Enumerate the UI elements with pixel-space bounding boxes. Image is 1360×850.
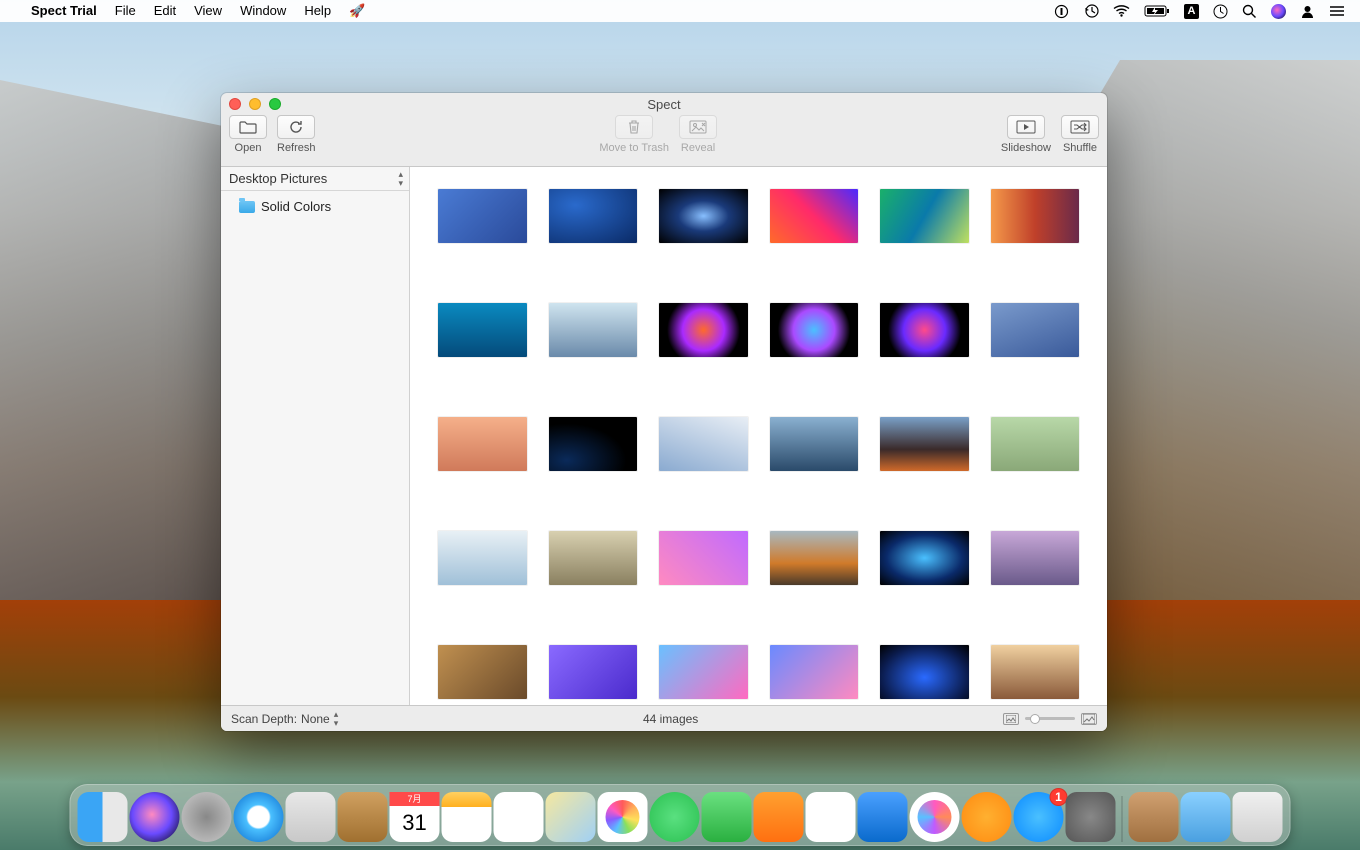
dock-appstore[interactable]: 1 bbox=[1014, 792, 1064, 842]
dock-photos[interactable] bbox=[598, 792, 648, 842]
source-selector[interactable]: Desktop Pictures ▴▾ bbox=[221, 167, 409, 191]
close-button[interactable] bbox=[229, 98, 241, 110]
thumbnail[interactable] bbox=[880, 531, 969, 585]
wifi-icon[interactable] bbox=[1106, 0, 1137, 22]
dock-contacts[interactable] bbox=[338, 792, 388, 842]
thumbnail[interactable] bbox=[438, 189, 527, 243]
thumbnail[interactable] bbox=[770, 189, 859, 243]
battery-icon[interactable] bbox=[1137, 0, 1177, 22]
dock-trash[interactable] bbox=[1233, 792, 1283, 842]
dock-safari[interactable] bbox=[234, 792, 284, 842]
sidebar: Desktop Pictures ▴▾ Solid Colors bbox=[221, 167, 410, 705]
dock-facetime[interactable] bbox=[702, 792, 752, 842]
thumbnail[interactable] bbox=[770, 303, 859, 357]
dock-siri[interactable] bbox=[130, 792, 180, 842]
refresh-button[interactable]: Refresh bbox=[277, 115, 316, 154]
reveal-button[interactable]: Reveal bbox=[679, 115, 717, 154]
sidebar-item-solid-colors[interactable]: Solid Colors bbox=[221, 197, 409, 216]
zoom-button[interactable] bbox=[269, 98, 281, 110]
thumbnail[interactable] bbox=[659, 189, 748, 243]
siri-icon[interactable] bbox=[1264, 0, 1293, 22]
dock-pages[interactable] bbox=[754, 792, 804, 842]
thumbnail[interactable] bbox=[880, 189, 969, 243]
thumbnail[interactable] bbox=[659, 303, 748, 357]
chevron-updown-icon: ▴▾ bbox=[334, 710, 339, 728]
menu-file[interactable]: File bbox=[106, 0, 145, 22]
status-bar: Scan Depth: None ▴▾ 44 images bbox=[221, 705, 1107, 731]
status-icon[interactable] bbox=[1047, 0, 1076, 22]
thumbnail[interactable] bbox=[880, 645, 969, 699]
thumbnail[interactable] bbox=[549, 645, 638, 699]
thumbnail[interactable] bbox=[880, 417, 969, 471]
thumbnail[interactable] bbox=[659, 417, 748, 471]
dock-downloads[interactable] bbox=[1181, 792, 1231, 842]
dock-reminders[interactable] bbox=[494, 792, 544, 842]
thumbnail-grid[interactable] bbox=[410, 167, 1107, 705]
scan-depth-selector[interactable]: Scan Depth: None ▴▾ bbox=[231, 710, 338, 728]
menu-bar: Spect Trial File Edit View Window Help 🚀… bbox=[0, 0, 1360, 22]
input-source-icon[interactable]: A bbox=[1177, 0, 1206, 22]
slideshow-button[interactable]: Slideshow bbox=[1001, 115, 1051, 154]
thumbnail[interactable] bbox=[991, 417, 1080, 471]
menu-window[interactable]: Window bbox=[231, 0, 295, 22]
menu-edit[interactable]: Edit bbox=[145, 0, 185, 22]
dock: 7月31 1 bbox=[70, 784, 1291, 846]
zoom-large-icon[interactable] bbox=[1081, 713, 1097, 725]
dock-itunes[interactable] bbox=[910, 792, 960, 842]
open-button[interactable]: Open bbox=[229, 115, 267, 154]
app-window: Spect Open Refresh Move to Trash Reveal … bbox=[221, 93, 1107, 731]
title-bar[interactable]: Spect bbox=[221, 93, 1107, 115]
thumbnail[interactable] bbox=[770, 417, 859, 471]
timemachine-icon[interactable] bbox=[1076, 0, 1106, 22]
thumbnail[interactable] bbox=[991, 189, 1080, 243]
thumbnail[interactable] bbox=[991, 303, 1080, 357]
minimize-button[interactable] bbox=[249, 98, 261, 110]
thumbnail[interactable] bbox=[991, 531, 1080, 585]
folder-icon bbox=[239, 201, 255, 213]
thumbnail[interactable] bbox=[549, 303, 638, 357]
dock-recent-app[interactable] bbox=[1129, 792, 1179, 842]
menu-help[interactable]: Help bbox=[295, 0, 340, 22]
dock-keynote[interactable] bbox=[858, 792, 908, 842]
thumbnail[interactable] bbox=[549, 531, 638, 585]
chevron-updown-icon: ▴▾ bbox=[398, 170, 403, 188]
thumbnail[interactable] bbox=[549, 189, 638, 243]
thumbnail[interactable] bbox=[770, 645, 859, 699]
thumbnail[interactable] bbox=[438, 531, 527, 585]
image-count: 44 images bbox=[346, 712, 995, 726]
window-title: Spect bbox=[647, 97, 680, 112]
notification-center-icon[interactable] bbox=[1322, 0, 1352, 22]
dock-numbers[interactable] bbox=[806, 792, 856, 842]
zoom-slider[interactable] bbox=[1025, 717, 1075, 720]
thumbnail[interactable] bbox=[770, 531, 859, 585]
dock-launchpad[interactable] bbox=[182, 792, 232, 842]
thumbnail[interactable] bbox=[438, 645, 527, 699]
clock-icon[interactable] bbox=[1206, 0, 1235, 22]
dock-calendar[interactable]: 7月31 bbox=[390, 792, 440, 842]
zoom-small-icon[interactable] bbox=[1003, 713, 1019, 725]
thumbnail[interactable] bbox=[549, 417, 638, 471]
user-icon[interactable] bbox=[1293, 0, 1322, 22]
dock-maps[interactable] bbox=[546, 792, 596, 842]
thumbnail[interactable] bbox=[438, 303, 527, 357]
thumbnail[interactable] bbox=[880, 303, 969, 357]
dock-mail[interactable] bbox=[286, 792, 336, 842]
move-to-trash-button[interactable]: Move to Trash bbox=[599, 115, 669, 154]
app-menu[interactable]: Spect Trial bbox=[22, 0, 106, 22]
thumbnail[interactable] bbox=[659, 645, 748, 699]
thumbnail[interactable] bbox=[991, 645, 1080, 699]
menu-view[interactable]: View bbox=[185, 0, 231, 22]
rocket-icon[interactable]: 🚀 bbox=[340, 0, 374, 22]
thumbnail[interactable] bbox=[659, 531, 748, 585]
dock-messages[interactable] bbox=[650, 792, 700, 842]
toolbar: Open Refresh Move to Trash Reveal Slides… bbox=[221, 115, 1107, 167]
thumbnail[interactable] bbox=[438, 417, 527, 471]
dock-preferences[interactable] bbox=[1066, 792, 1116, 842]
dock-ibooks[interactable] bbox=[962, 792, 1012, 842]
spotlight-icon[interactable] bbox=[1235, 0, 1264, 22]
shuffle-button[interactable]: Shuffle bbox=[1061, 115, 1099, 154]
dock-finder[interactable] bbox=[78, 792, 128, 842]
dock-notes[interactable] bbox=[442, 792, 492, 842]
